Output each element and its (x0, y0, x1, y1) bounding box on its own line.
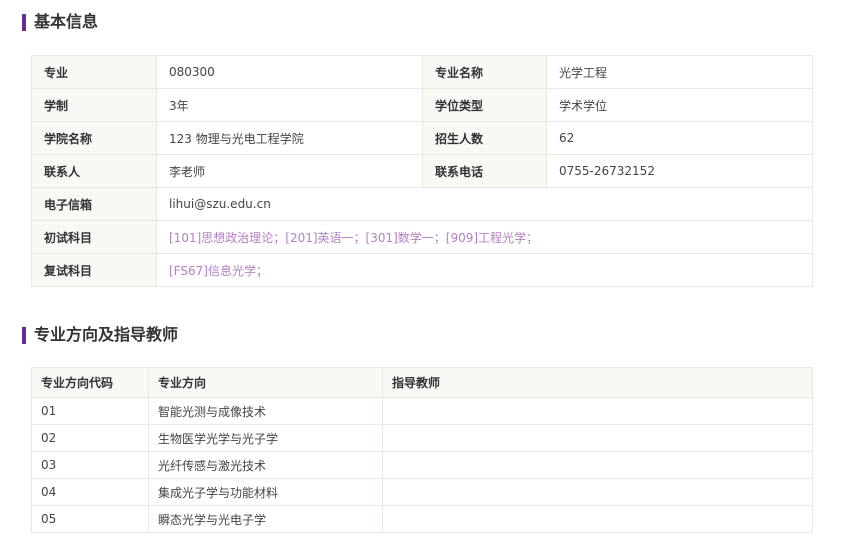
field-value: 光学工程 (546, 55, 813, 89)
section-title-basic-info: 基本信息 (22, 13, 98, 31)
column-header-code: 专业方向代码 (31, 367, 149, 398)
table-row: 学院名称 123 物理与光电工程学院 招生人数 62 (31, 121, 813, 155)
field-value: 学术学位 (546, 88, 813, 122)
table-row: 学制 3年 学位类型 学术学位 (31, 88, 813, 122)
basic-info-table: 专业 080300 专业名称 光学工程 学制 3年 学位类型 学术学位 学院名称… (31, 55, 813, 287)
field-label: 联系电话 (422, 154, 547, 188)
table-row: 01 智能光测与成像技术 (31, 397, 813, 425)
field-value: 123 物理与光电工程学院 (156, 121, 423, 155)
field-label: 专业名称 (422, 55, 547, 89)
field-label: 学位类型 (422, 88, 547, 122)
field-label: 电子信箱 (31, 187, 157, 221)
table-row: 03 光纤传感与激光技术 (31, 451, 813, 479)
section-title-directions: 专业方向及指导教师 (22, 326, 178, 344)
field-value: 080300 (156, 55, 423, 89)
table-row-retest: 复试科目 [FS67]信息光学； (31, 253, 813, 287)
field-label: 联系人 (31, 154, 157, 188)
direction-code: 04 (31, 478, 149, 506)
email-value: lihui@szu.edu.cn (156, 187, 813, 221)
table-row: 05 瞬态光学与光电子学 (31, 505, 813, 533)
table-header-row: 专业方向代码 专业方向 指导教师 (31, 367, 813, 398)
direction-code: 02 (31, 424, 149, 452)
direction-code: 05 (31, 505, 149, 533)
retest-subjects-link[interactable]: [FS67]信息光学； (156, 253, 813, 287)
direction-code: 03 (31, 451, 149, 479)
table-row: 联系人 李老师 联系电话 0755-26732152 (31, 154, 813, 188)
table-row-email: 电子信箱 lihui@szu.edu.cn (31, 187, 813, 221)
direction-code: 01 (31, 397, 149, 425)
field-value: 李老师 (156, 154, 423, 188)
section-title-text: 专业方向及指导教师 (34, 325, 179, 344)
field-label: 学院名称 (31, 121, 157, 155)
table-row: 04 集成光子学与功能材料 (31, 478, 813, 506)
column-header-advisor: 指导教师 (382, 367, 813, 398)
table-row: 专业 080300 专业名称 光学工程 (31, 55, 813, 89)
direction-name: 集成光子学与功能材料 (148, 478, 383, 506)
direction-advisor (382, 505, 813, 533)
field-label: 学制 (31, 88, 157, 122)
table-row: 02 生物医学光学与光子学 (31, 424, 813, 452)
field-label: 招生人数 (422, 121, 547, 155)
field-value: 3年 (156, 88, 423, 122)
field-value: 0755-26732152 (546, 154, 813, 188)
directions-table: 专业方向代码 专业方向 指导教师 01 智能光测与成像技术 02 生物医学光学与… (31, 367, 813, 533)
direction-name: 生物医学光学与光子学 (148, 424, 383, 452)
column-header-direction: 专业方向 (148, 367, 383, 398)
field-label: 专业 (31, 55, 157, 89)
initial-exam-subjects-link[interactable]: [101]思想政治理论；[201]英语一；[301]数学一；[909]工程光学； (156, 220, 813, 254)
section-accent-bar (22, 13, 26, 31)
section-title-text: 基本信息 (34, 12, 99, 31)
direction-advisor (382, 424, 813, 452)
direction-name: 智能光测与成像技术 (148, 397, 383, 425)
field-label: 初试科目 (31, 220, 157, 254)
field-value: 62 (546, 121, 813, 155)
direction-name: 光纤传感与激光技术 (148, 451, 383, 479)
table-row-initial-exam: 初试科目 [101]思想政治理论；[201]英语一；[301]数学一；[909]… (31, 220, 813, 254)
direction-advisor (382, 451, 813, 479)
direction-advisor (382, 397, 813, 425)
direction-name: 瞬态光学与光电子学 (148, 505, 383, 533)
direction-advisor (382, 478, 813, 506)
section-accent-bar (22, 326, 26, 344)
field-label: 复试科目 (31, 253, 157, 287)
